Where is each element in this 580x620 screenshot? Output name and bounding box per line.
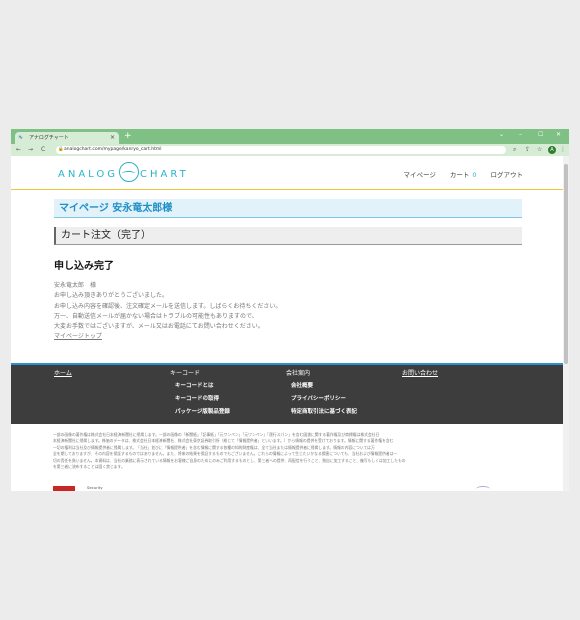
footer-company-head: 会社案内 — [286, 370, 311, 377]
browser-titlebar: ∿ アナログチャート × + ⌄ – ☐ ✕ — [11, 129, 569, 144]
back-icon[interactable]: ← — [16, 146, 21, 154]
completion-message: 安永竜太郎 様 お申し込み頂きありがとうございました。 お申し込み内容を確認後、… — [54, 281, 563, 343]
url-text: analogchart.com/mypage/kanryo_cart.html — [64, 147, 162, 152]
scrollbar-thumb[interactable] — [564, 164, 568, 364]
page-scrollbar[interactable] — [563, 156, 569, 491]
mypage-title: マイページ 安永竜太郎様 — [54, 199, 522, 218]
search-icon[interactable]: ⌕ — [513, 146, 516, 154]
browser-tab[interactable]: ∿ アナログチャート × — [15, 132, 119, 144]
bookmark-star-icon[interactable]: ☆ — [537, 146, 542, 154]
decorative-wave-icon — [476, 486, 490, 491]
footer-keycode-about-link[interactable]: キーコードとは — [175, 380, 230, 393]
message-line: 安永竜太郎 様 — [54, 282, 97, 289]
done-heading: 申し込み完了 — [54, 261, 114, 272]
browser-window: ∿ アナログチャート × + ⌄ – ☐ ✕ ← → C 🔒 analogcha… — [11, 129, 569, 491]
logo-wave-icon — [119, 162, 139, 182]
footer-home-link[interactable]: ホーム — [54, 368, 72, 377]
footer-keycode-get-link[interactable]: キーコードの取得 — [175, 393, 230, 406]
browser-toolbar: ← → C 🔒 analogchart.com/mypage/kanryo_ca… — [11, 144, 569, 156]
address-bar[interactable]: 🔒 analogchart.com/mypage/kanryo_cart.htm… — [56, 146, 506, 154]
reload-icon[interactable]: C — [41, 146, 45, 154]
message-line: 大変お手数ではございますが、メール又はお電話にてお問い合わせください。 — [54, 323, 264, 331]
footer-company-profile-link[interactable]: 会社概要 — [291, 380, 357, 393]
menu-kebab-icon[interactable]: ⋮ — [560, 146, 566, 154]
header-nav: マイページ カート 0 ログアウト — [403, 169, 523, 179]
site-footer: ホーム キーコード キーコードとは キーコードの取得 パッケージ版製品登録 会社… — [11, 363, 563, 424]
maximize-button[interactable]: ☐ — [538, 131, 543, 138]
new-tab-button[interactable]: + — [124, 131, 132, 141]
lock-icon: 🔒 — [58, 147, 64, 152]
profile-avatar[interactable]: A — [548, 146, 556, 154]
page-viewport: ANALOG CHART マイページ カート 0 ログアウト マイページ 安永竜太郎… — [11, 156, 563, 491]
analog-chart-favicon-icon: ∿ — [18, 134, 24, 141]
footer-col-home: ホーム — [54, 368, 72, 380]
nav-cart-label: カート — [449, 171, 470, 179]
logo-text-right: CHART — [140, 169, 189, 180]
order-title: カート注文（完了） — [54, 227, 522, 245]
disclaimer: 一部の画像の著作権は株式会社日本経済新聞社に帰属します。一部の画像の「新聞紙」「… — [53, 432, 523, 470]
message-line: 万一、自動送信メールが届かない場合はトラブルの可能性もありますので、 — [54, 312, 258, 320]
share-icon[interactable]: ⇪ — [525, 146, 530, 154]
analog-chart-logo[interactable]: ANALOG CHART — [58, 162, 189, 182]
nav-logout-link[interactable]: ログアウト — [491, 169, 524, 179]
security-badge-icon — [53, 486, 75, 491]
tab-search-icon[interactable]: ⌄ — [499, 131, 504, 138]
tab-title: アナログチャート — [29, 135, 69, 141]
footer-col-company: 会社案内 会社概要 プライバシーポリシー 特定商取引法に基づく表記 — [286, 368, 357, 419]
forward-icon[interactable]: → — [28, 146, 33, 154]
nav-mypage-link[interactable]: マイページ — [403, 169, 435, 179]
logo-text-left: ANALOG — [58, 169, 118, 180]
security-badge-text: Security — [87, 485, 103, 490]
message-line: お申し込み内容を確認後、注文確定メールを送信します。しばらくお待ちください。 — [54, 302, 282, 310]
message-line: お申し込み頂きありがとうございました。 — [54, 292, 169, 300]
disclaimer-line: を第三者に流布することは固く禁じます。 — [53, 464, 125, 470]
site-header: ANALOG CHART マイページ カート 0 ログアウト — [11, 156, 563, 190]
tab-close-icon[interactable]: × — [110, 132, 115, 144]
footer-package-register-link[interactable]: パッケージ版製品登録 — [175, 406, 230, 419]
footer-privacy-link[interactable]: プライバシーポリシー — [291, 393, 357, 406]
footer-col-keycode: キーコード キーコードとは キーコードの取得 パッケージ版製品登録 — [170, 368, 230, 419]
cart-count-badge: 0 — [472, 171, 477, 179]
close-window-button[interactable]: ✕ — [556, 131, 561, 138]
minimize-button[interactable]: – — [519, 131, 522, 138]
footer-col-contact: お問い合わせ — [402, 368, 438, 380]
nav-cart-link[interactable]: カート 0 — [450, 169, 477, 179]
footer-contact-link[interactable]: お問い合わせ — [402, 368, 438, 377]
footer-tokushoho-link[interactable]: 特定商取引法に基づく表記 — [291, 406, 357, 419]
mypage-top-link[interactable]: マイページトップ — [54, 333, 102, 340]
footer-keycode-head: キーコード — [170, 370, 201, 377]
